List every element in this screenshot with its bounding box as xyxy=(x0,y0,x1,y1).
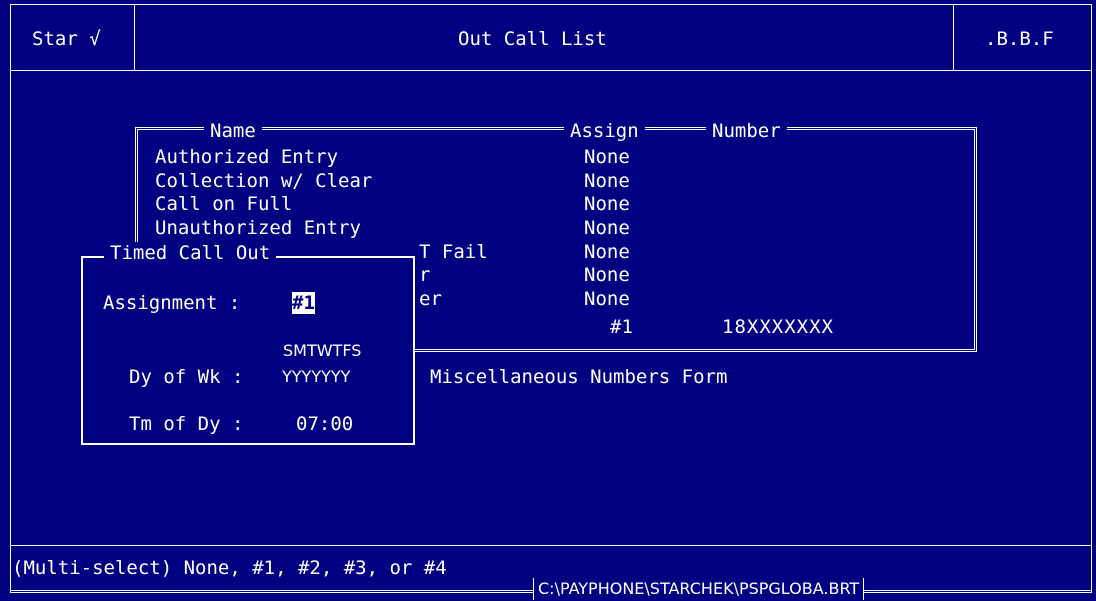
status-hint: (Multi-select) None, #1, #2, #3, or #4 xyxy=(12,557,447,579)
header-right-code: .B.B.F xyxy=(985,28,1054,50)
page-title: Out Call List xyxy=(458,28,607,50)
day-of-week-label: Dy of Wk : xyxy=(129,366,244,388)
column-header-name: Name xyxy=(204,120,262,142)
assignment-field[interactable]: #1 xyxy=(292,292,315,314)
header-bottom-rule xyxy=(10,70,1092,71)
file-path: C:\PAYPHONE\STARCHEK\PSPGLOBA.BRT xyxy=(533,578,865,600)
row-assign: #1 xyxy=(610,316,633,338)
row-assign: None xyxy=(584,193,630,215)
row-name: T Fail xyxy=(419,241,488,263)
header-divider-left xyxy=(134,4,135,71)
assignment-label: Assignment : xyxy=(103,292,241,314)
column-header-assign: Assign xyxy=(564,120,645,142)
time-of-day-label: Tm of Dy : xyxy=(129,413,244,435)
row-name: r xyxy=(419,264,431,286)
row-assign: None xyxy=(584,146,630,168)
row-assign: None xyxy=(584,217,630,239)
row-assign: None xyxy=(584,241,630,263)
row-name: Authorized Entry xyxy=(155,146,339,168)
header-divider-right xyxy=(953,4,954,71)
column-header-number: Number xyxy=(706,120,787,142)
day-of-week-field[interactable]: YYYYYYY xyxy=(282,366,350,388)
app-name: Star √ xyxy=(32,28,101,50)
header-bar: Star √ Out Call List .B.B.F xyxy=(10,4,1092,74)
row-assign: None xyxy=(584,264,630,286)
dialog-title: Timed Call Out xyxy=(104,242,277,264)
row-name: Unauthorized Entry xyxy=(155,217,361,239)
row-assign: None xyxy=(584,288,630,310)
row-name: Call on Full xyxy=(155,193,293,215)
row-assign: None xyxy=(584,170,630,192)
time-of-day-field[interactable]: 07:00 xyxy=(296,413,353,435)
row-number: 18XXXXXXX xyxy=(722,316,834,338)
row-name: Collection w/ Clear xyxy=(155,170,373,192)
status-top-rule xyxy=(10,545,1092,546)
miscellaneous-numbers-form-link[interactable]: Miscellaneous Numbers Form xyxy=(430,366,727,388)
days-of-week-header: SMTWTFS xyxy=(283,341,362,360)
row-name: er xyxy=(419,288,442,310)
